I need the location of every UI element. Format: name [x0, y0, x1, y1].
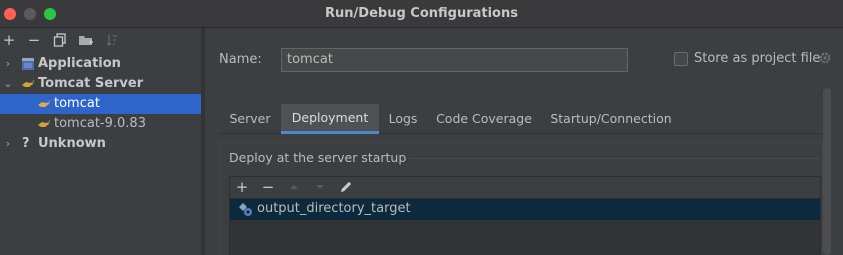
gear-icon[interactable] — [817, 50, 833, 66]
tree-item-tomcat-9-0-83[interactable]: tomcat-9.0.83 — [0, 114, 201, 134]
tab-code-coverage[interactable]: Code Coverage — [427, 104, 541, 134]
tab-startup-connection[interactable]: Startup/Connection — [541, 104, 681, 134]
copy-icon[interactable] — [51, 31, 69, 49]
artifact-label: output_directory_target — [257, 201, 411, 216]
tomcat-icon — [22, 80, 34, 87]
tree-item-tomcat-server[interactable]: ⌄ Tomcat Server — [0, 74, 201, 94]
vertical-scrollbar[interactable] — [823, 88, 831, 255]
artifact-list-toolbar: + − — [229, 176, 821, 198]
question-icon: ? — [22, 136, 30, 151]
edit-artifact-button[interactable] — [337, 178, 355, 196]
title-bar: Run/Debug Configurations — [0, 0, 843, 28]
tree-item-label: tomcat — [54, 96, 100, 111]
minus-icon[interactable]: − — [25, 31, 43, 49]
artifact-icon — [239, 203, 252, 216]
tab-logs[interactable]: Logs — [379, 104, 427, 134]
store-as-project-file-label[interactable]: Store as project file — [694, 51, 820, 66]
plus-icon[interactable]: + — [0, 31, 18, 49]
list-item[interactable]: output_directory_target — [230, 199, 820, 220]
deploy-at-startup-group: Deploy at the server startup + − output_… — [219, 142, 823, 255]
tab-bar: Server Deployment Logs Code Coverage Sta… — [219, 104, 823, 134]
tree-item-label: Tomcat Server — [38, 76, 144, 91]
tree-item-label: Unknown — [38, 136, 106, 151]
window-title: Run/Debug Configurations — [325, 6, 518, 21]
add-artifact-button[interactable]: + — [233, 178, 251, 196]
tree-item-application[interactable]: › Application — [0, 54, 201, 74]
move-down-button[interactable] — [311, 178, 329, 196]
sort-icon[interactable] — [103, 31, 121, 49]
group-divider — [410, 158, 820, 159]
application-icon — [22, 58, 34, 70]
tab-deployment[interactable]: Deployment — [281, 104, 379, 134]
tree-item-label: Application — [38, 56, 121, 71]
tab-server[interactable]: Server — [219, 104, 281, 134]
name-label: Name: — [219, 52, 262, 67]
artifact-list[interactable]: output_directory_target — [229, 198, 821, 255]
tomcat-icon — [38, 120, 50, 127]
store-as-project-file-checkbox[interactable] — [674, 52, 688, 66]
chevron-right-icon[interactable]: › — [3, 134, 13, 154]
tomcat-icon — [38, 100, 50, 107]
chevron-right-icon[interactable]: › — [3, 54, 13, 74]
remove-artifact-button[interactable]: − — [259, 178, 277, 196]
new-folder-icon[interactable] — [77, 31, 95, 49]
move-up-button[interactable] — [285, 178, 303, 196]
tree-item-label: tomcat-9.0.83 — [54, 116, 146, 131]
name-field[interactable]: tomcat — [281, 48, 628, 72]
configurations-sidebar: + − › Application ⌄ Tomcat Server tomcat… — [0, 28, 201, 255]
tree-item-unknown[interactable]: › ? Unknown — [0, 134, 201, 154]
group-title: Deploy at the server startup — [229, 150, 413, 165]
tree-item-tomcat[interactable]: tomcat — [0, 94, 201, 114]
sidebar-toolbar: + − — [0, 28, 201, 54]
chevron-down-icon[interactable]: ⌄ — [3, 74, 13, 94]
configuration-editor: Name: tomcat Store as project file Serve… — [205, 28, 843, 255]
